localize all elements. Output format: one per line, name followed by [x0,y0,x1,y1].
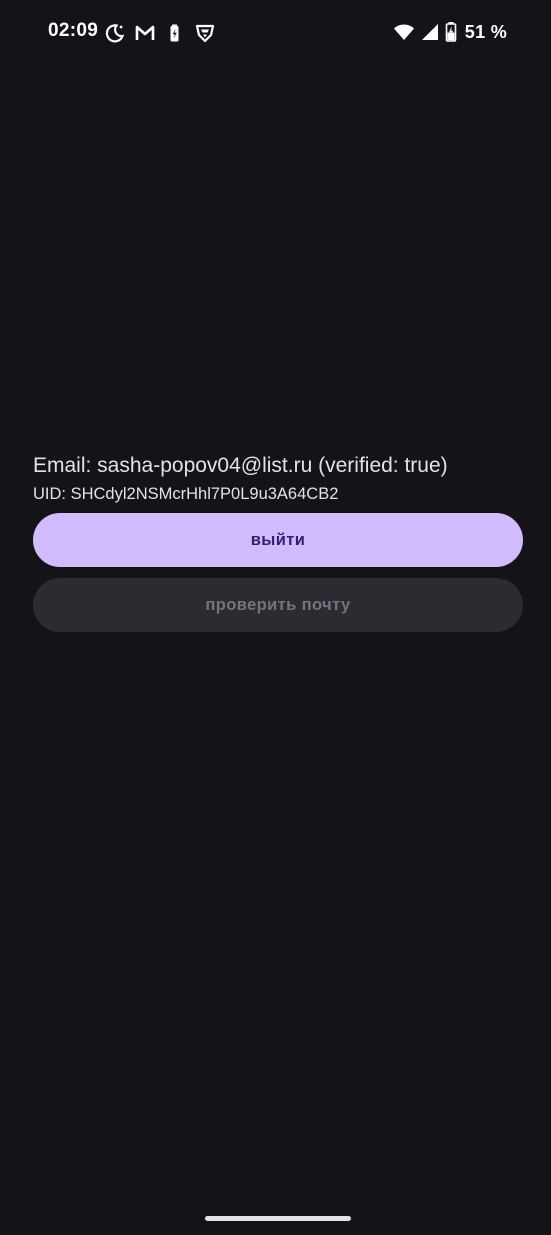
logout-button[interactable]: выйти [33,513,523,567]
uid-text: UID: SHCdyl2NSMcrHhl7P0L9u3A64CB2 [33,485,339,503]
verify-email-button-label: проверить почту [205,595,351,614]
shield-icon [194,22,216,44]
wifi-icon [393,22,415,42]
do-not-disturb-moon-icon [104,22,126,44]
home-gesture-bar[interactable] [205,1216,351,1221]
battery-saver-icon [164,22,186,44]
system-status-icons: 51 % [393,21,507,43]
status-bar: 02:09 51 % [0,0,551,66]
email-text: Email: sasha-popov04@list.ru (verified: … [33,454,448,477]
verify-email-button[interactable]: проверить почту [33,578,523,632]
gmail-icon [134,22,156,44]
cellular-signal-icon [421,22,439,42]
account-panel: Email: sasha-popov04@list.ru (verified: … [33,450,523,632]
status-time: 02:09 [48,20,99,41]
logout-button-label: выйти [250,530,306,549]
battery-charging-icon [445,21,457,43]
battery-percent: 51 % [464,21,507,42]
notification-icons [104,22,216,44]
